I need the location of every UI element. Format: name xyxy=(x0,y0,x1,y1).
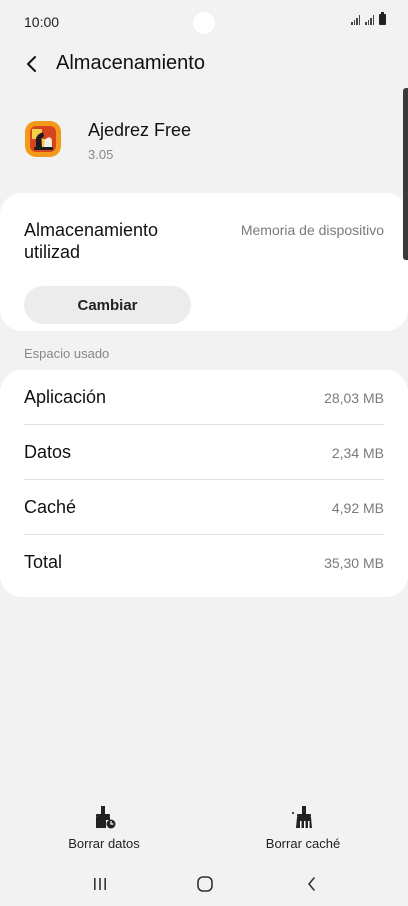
row-label: Datos xyxy=(24,442,72,462)
change-button[interactable]: Cambiar xyxy=(24,286,191,324)
usage-card: Aplicación 28,03 MB Datos 2,34 MB Caché … xyxy=(0,370,408,597)
section-header-space-used: Espacio usado xyxy=(24,346,110,361)
home-icon xyxy=(197,876,213,892)
clear-cache-label: Borrar caché xyxy=(265,836,341,851)
row-value: 4,92 MB xyxy=(331,500,384,516)
row-label: Aplicación xyxy=(24,387,107,407)
navigation-bar xyxy=(0,862,408,906)
row-value: 2,34 MB xyxy=(331,445,384,461)
battery-icon xyxy=(379,12,386,25)
storage-location: Memoria de dispositivo xyxy=(240,222,384,238)
broom-data-icon xyxy=(96,806,116,829)
app-name: Ajedrez Free xyxy=(88,120,192,140)
row-value: 35,30 MB xyxy=(324,555,384,571)
clear-data-label: Borrar datos xyxy=(68,836,140,851)
signal-icon-2 xyxy=(365,15,374,25)
nav-back-button[interactable] xyxy=(292,870,332,898)
row-label: Total xyxy=(24,552,63,572)
bottom-actions: Borrar datos Borrar caché xyxy=(0,800,408,860)
nav-back-icon xyxy=(308,877,315,891)
scroll-indicator[interactable] xyxy=(403,88,408,260)
chevron-left-icon xyxy=(27,56,36,72)
status-icons xyxy=(351,12,386,25)
back-button[interactable] xyxy=(18,48,46,80)
recent-apps-icon xyxy=(94,878,106,890)
clear-data-button[interactable]: Borrar datos xyxy=(39,800,169,856)
signal-icon xyxy=(351,15,360,25)
page-title: Almacenamiento xyxy=(56,52,205,74)
row-value: 28,03 MB xyxy=(324,390,384,406)
usage-row-total: Total 35,30 MB xyxy=(24,535,384,590)
status-time: 10:00 xyxy=(24,14,60,30)
home-button[interactable] xyxy=(185,870,225,898)
camera-cutout xyxy=(193,12,215,34)
header: Almacenamiento xyxy=(0,44,408,84)
row-label: Caché xyxy=(24,497,77,517)
broom-cache-icon xyxy=(292,806,312,828)
storage-card: Almacenamiento utilizad Memoria de dispo… xyxy=(0,193,408,331)
app-icon xyxy=(24,120,62,158)
usage-row-data: Datos 2,34 MB xyxy=(24,425,384,480)
usage-row-cache: Caché 4,92 MB xyxy=(24,480,384,535)
usage-row-application: Aplicación 28,03 MB xyxy=(24,370,384,425)
app-version: 3.05 xyxy=(88,147,114,162)
storage-used-label: Almacenamiento utilizad xyxy=(24,220,159,262)
clear-cache-button[interactable]: Borrar caché xyxy=(238,800,368,856)
status-bar: 10:00 xyxy=(0,0,408,44)
app-info: Ajedrez Free 3.05 xyxy=(0,110,408,170)
recent-apps-button[interactable] xyxy=(80,870,120,898)
